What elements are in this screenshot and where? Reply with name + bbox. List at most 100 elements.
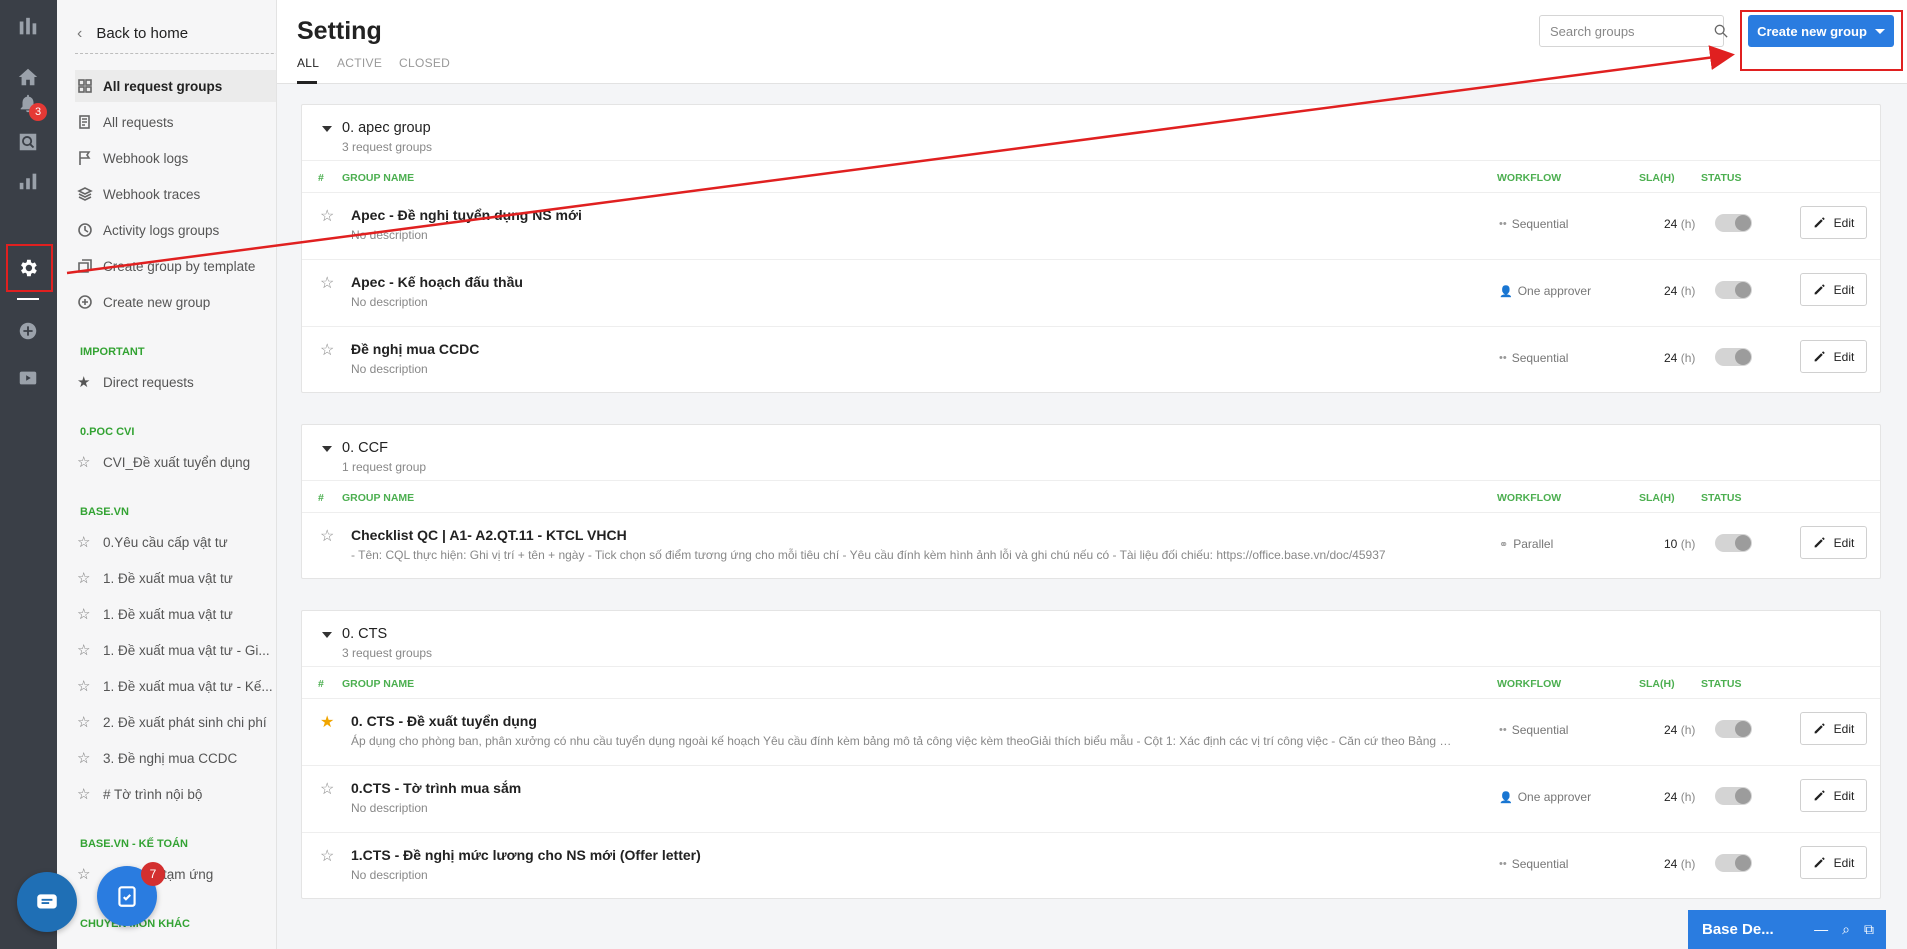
section-important[interactable]: IMPORTANT xyxy=(80,346,276,358)
status-toggle[interactable] xyxy=(1715,348,1752,366)
col-num: # xyxy=(318,492,324,504)
tab-active[interactable]: ACTIVE xyxy=(337,56,382,70)
sidebar-item-direct-requests[interactable]: ★ Direct requests xyxy=(75,366,276,398)
star-outline-icon[interactable]: ☆ xyxy=(320,779,334,799)
sidebar-item-base[interactable]: ☆ 3. Đề nghị mua CCDC xyxy=(75,742,276,774)
edit-label: Edit xyxy=(1833,349,1855,364)
icon-rail: 3 xyxy=(0,0,57,949)
col-num: # xyxy=(318,172,324,184)
group-header[interactable]: 0. CCF 1 request group xyxy=(302,425,1880,481)
workflow-icon: •• xyxy=(1499,352,1507,364)
sidebar-item-create-new-group[interactable]: Create new group xyxy=(75,286,276,318)
sla-number: 24 xyxy=(1664,723,1678,737)
sidebar-item-cvi[interactable]: ☆ CVI_Đề xuất tuyển dụng xyxy=(75,446,276,478)
status-toggle[interactable] xyxy=(1715,854,1752,872)
star-outline-icon[interactable]: ☆ xyxy=(320,273,334,293)
collapse-caret-icon[interactable] xyxy=(322,446,332,452)
sla-number: 10 xyxy=(1664,537,1678,551)
sidebar-item-label: Activity logs groups xyxy=(103,222,220,238)
group-card: 0. CCF 1 request group # GROUP NAME WORK… xyxy=(301,424,1881,579)
request-group-name[interactable]: Apec - Đề nghị tuyển dụng NS mới xyxy=(351,207,582,223)
star-outline-icon[interactable]: ☆ xyxy=(320,206,334,226)
group-header[interactable]: 0. CTS 3 request groups xyxy=(302,611,1880,667)
edit-button[interactable]: Edit xyxy=(1800,273,1867,306)
sidebar-item-base[interactable]: ☆ 0.Yêu cầu cấp vật tư xyxy=(75,526,276,558)
sidebar-item-all-requests[interactable]: All requests xyxy=(75,106,276,138)
request-group-description: No description xyxy=(351,228,428,242)
edit-button[interactable]: Edit xyxy=(1800,206,1867,239)
base-chat-bar[interactable]: Base De... — ⌕ ⧉ xyxy=(1688,910,1886,949)
minimize-icon[interactable]: — xyxy=(1814,921,1828,938)
search-icon[interactable] xyxy=(13,127,43,157)
clipboard-check-icon xyxy=(118,886,136,907)
tab-all[interactable]: ALL xyxy=(297,56,319,70)
star-outline-icon[interactable]: ☆ xyxy=(320,846,334,866)
request-group-description: No description xyxy=(351,362,428,376)
sidebar-item-base[interactable]: ☆ # Tờ trình nội bộ xyxy=(75,778,276,810)
search-icon[interactable]: ⌕ xyxy=(1842,921,1850,938)
star-outline-icon[interactable]: ☆ xyxy=(320,340,334,360)
sla-unit: (h) xyxy=(1680,537,1696,551)
status-toggle[interactable] xyxy=(1715,787,1752,805)
add-circle-icon[interactable] xyxy=(13,316,43,346)
table-row[interactable]: ☆ Apec - Đề nghị tuyển dụng NS mới No de… xyxy=(302,193,1880,260)
edit-button[interactable]: Edit xyxy=(1800,846,1867,879)
status-toggle[interactable] xyxy=(1715,281,1752,299)
request-group-name[interactable]: Checklist QC | A1- A2.QT.11 - KTCL VHCH xyxy=(351,527,627,543)
popout-icon[interactable]: ⧉ xyxy=(1864,921,1874,938)
sla-number: 24 xyxy=(1664,790,1678,804)
sidebar-item-webhook-logs[interactable]: Webhook logs xyxy=(75,142,276,174)
star-filled-icon[interactable]: ★ xyxy=(320,712,334,732)
table-row[interactable]: ☆ Checklist QC | A1- A2.QT.11 - KTCL VHC… xyxy=(302,513,1880,580)
status-toggle[interactable] xyxy=(1715,720,1752,738)
video-play-icon[interactable] xyxy=(13,363,43,393)
sidebar-item-all-request-groups[interactable]: All request groups xyxy=(75,70,276,102)
section-base-vn-ke-toan[interactable]: BASE.VN - KẾ TOÁN xyxy=(80,838,276,850)
col-group-name: GROUP NAME xyxy=(342,172,415,184)
request-group-name[interactable]: 0. CTS - Đề xuất tuyển dụng xyxy=(351,713,537,729)
sidebar-item-base[interactable]: ☆ 1. Đề xuất mua vật tư - Gi... xyxy=(75,634,276,666)
section-base-vn[interactable]: BASE.VN xyxy=(80,506,276,518)
col-status: STATUS xyxy=(1701,492,1742,504)
search-groups-input[interactable] xyxy=(1539,15,1724,47)
sidebar-item-label: CVI_Đề xuất tuyển dụng xyxy=(103,454,251,470)
request-group-name[interactable]: 0.CTS - Tờ trình mua sắm xyxy=(351,780,521,796)
sidebar-item-create-by-template[interactable]: Create group by template xyxy=(75,250,276,282)
table-row[interactable]: ☆ 0.CTS - Tờ trình mua sắm No descriptio… xyxy=(302,766,1880,833)
workflow-type: ⚭ Parallel xyxy=(1499,537,1553,551)
edit-button[interactable]: Edit xyxy=(1800,712,1867,745)
tab-closed[interactable]: CLOSED xyxy=(399,56,450,70)
sidebar-item-activity-logs[interactable]: Activity logs groups xyxy=(75,214,276,246)
status-toggle[interactable] xyxy=(1715,214,1752,232)
request-group-name[interactable]: 1.CTS - Đề nghị mức lương cho NS mới (Of… xyxy=(351,847,701,863)
sidebar-item-webhook-traces[interactable]: Webhook traces xyxy=(75,178,276,210)
edit-button[interactable]: Edit xyxy=(1800,526,1867,559)
table-row[interactable]: ☆ 1.CTS - Đề nghị mức lương cho NS mới (… xyxy=(302,833,1880,900)
edit-button[interactable]: Edit xyxy=(1800,340,1867,373)
edit-button[interactable]: Edit xyxy=(1800,779,1867,812)
sidebar-item-base[interactable]: ☆ 1. Đề xuất mua vật tư xyxy=(75,598,276,630)
status-toggle[interactable] xyxy=(1715,534,1752,552)
sidebar-item-label: 1. Đề xuất mua vật tư xyxy=(103,570,233,586)
group-header[interactable]: 0. apec group 3 request groups xyxy=(302,105,1880,161)
request-group-name[interactable]: Apec - Kế hoạch đấu thầu xyxy=(351,274,523,290)
back-to-home-link[interactable]: ‹ Back to home xyxy=(75,14,276,54)
table-row[interactable]: ☆ Đề nghị mua CCDC No description •• Sequ… xyxy=(302,327,1880,394)
table-row[interactable]: ★ 0. CTS - Đề xuất tuyển dụng Áp dụng ch… xyxy=(302,699,1880,766)
edit-label: Edit xyxy=(1833,535,1855,550)
collapse-caret-icon[interactable] xyxy=(322,632,332,638)
collapse-caret-icon[interactable] xyxy=(322,126,332,132)
star-outline-icon[interactable]: ☆ xyxy=(320,526,334,546)
chart-icon[interactable] xyxy=(13,166,43,196)
sidebar-item-base[interactable]: ☆ 1. Đề xuất mua vật tư xyxy=(75,562,276,594)
search-icon[interactable] xyxy=(1714,24,1728,38)
request-group-name[interactable]: Đề nghị mua CCDC xyxy=(351,341,479,357)
sidebar-item-base[interactable]: ☆ 1. Đề xuất mua vật tư - Kế... xyxy=(75,670,276,702)
table-row[interactable]: ☆ Apec - Kế hoạch đấu thầu No descriptio… xyxy=(302,260,1880,327)
chat-bubble-button[interactable] xyxy=(17,872,77,932)
workflow-label: One approver xyxy=(1517,790,1592,804)
section-poc-cvi[interactable]: 0.POC CVI xyxy=(80,426,276,438)
sidebar-item-base[interactable]: ☆ 2. Đề xuất phát sinh chi phí xyxy=(75,706,276,738)
section-title: BASE.VN xyxy=(80,506,129,518)
logo-icon[interactable] xyxy=(13,12,43,42)
